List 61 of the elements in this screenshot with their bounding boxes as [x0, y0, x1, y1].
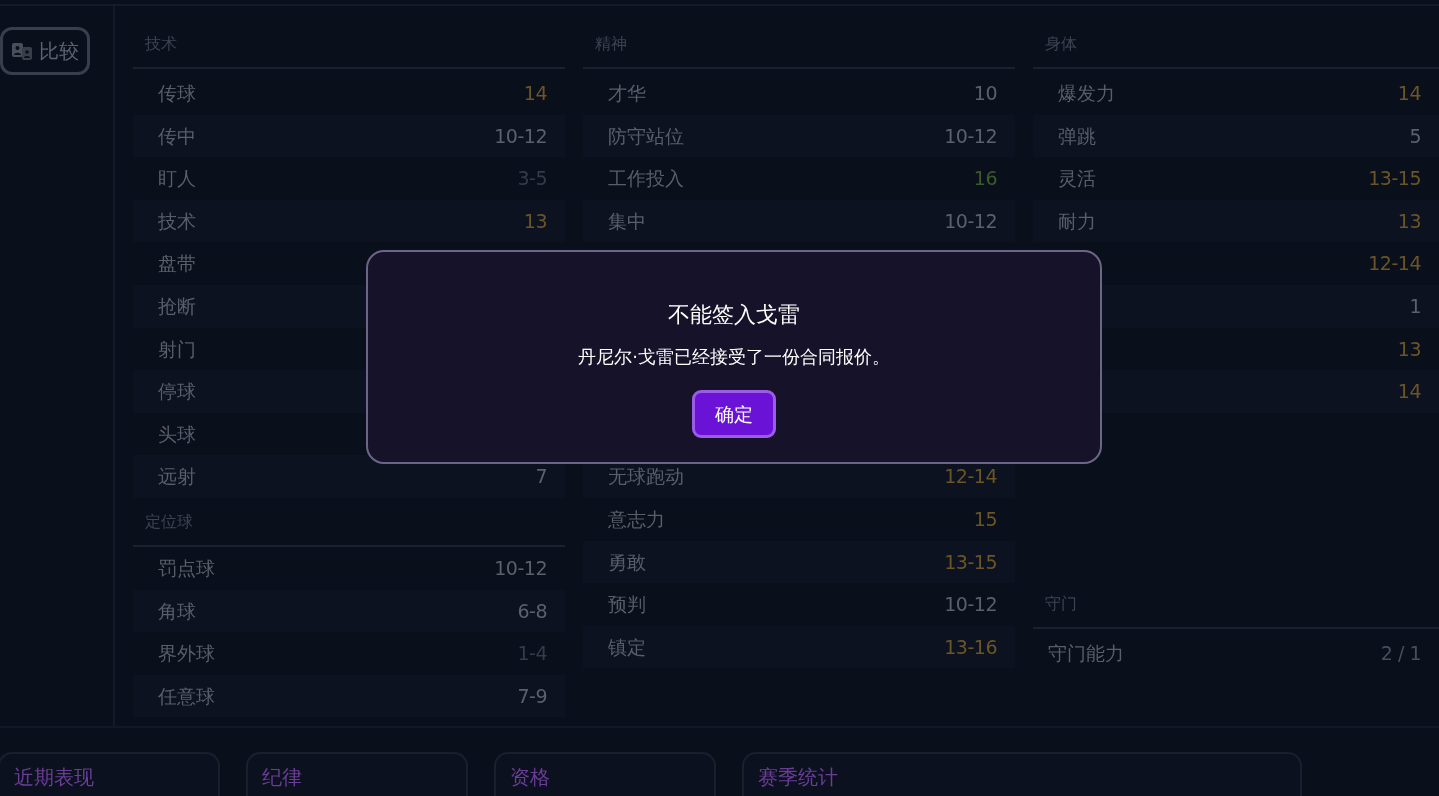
attribute-label: 才华	[608, 81, 646, 107]
attribute-label: 角球	[158, 598, 196, 624]
panel-title: 资格	[510, 765, 550, 789]
attribute-label: 勇敢	[608, 549, 646, 575]
attribute-label: 无球跑动	[608, 464, 684, 490]
attribute-label: 界外球	[158, 641, 215, 667]
attribute-value: 13-15	[944, 549, 997, 575]
panel-title: 近期表现	[14, 765, 94, 789]
attribute-label: 传球	[158, 81, 196, 107]
attribute-label: 集中	[608, 208, 646, 234]
attribute-label: 传中	[158, 123, 196, 149]
attribute-value: 1	[1409, 294, 1421, 319]
attribute-label: 停球	[158, 379, 196, 405]
dialog-title: 不能签入戈雷	[668, 301, 800, 329]
attribute-value: 14	[523, 81, 547, 107]
attribute-value: 13	[523, 208, 547, 234]
attribute-value: 16	[973, 166, 997, 192]
attribute-value: 13	[1397, 336, 1421, 362]
attribute-value: 2 / 1	[1380, 640, 1421, 666]
attribute-label: 罚点球	[158, 556, 215, 581]
attribute-value: 10-12	[944, 208, 997, 234]
attribute-value: 10	[973, 81, 997, 107]
attribute-label: 盯人	[158, 166, 196, 192]
attribute-label: 爆发力	[1058, 81, 1115, 107]
attribute-label: 抢断	[158, 294, 196, 319]
compare-icon	[11, 40, 33, 62]
panel-title: 赛季统计	[758, 765, 838, 789]
attribute-value: 13-16	[944, 634, 997, 660]
attribute-value: 5	[1409, 123, 1421, 149]
attribute-value: 13-15	[1368, 166, 1421, 192]
attribute-label: 防守站位	[608, 123, 684, 149]
attribute-label: 远射	[158, 464, 196, 490]
attribute-value: 10-12	[494, 123, 547, 149]
attribute-label: 头球	[158, 421, 196, 447]
attribute-value: 12-14	[1368, 251, 1421, 277]
attribute-label: 镇定	[608, 634, 646, 660]
attribute-value: 10-12	[944, 592, 997, 618]
attribute-value: 15	[973, 507, 997, 532]
attribute-value: 14	[1397, 81, 1421, 107]
dialog-message: 丹尼尔·戈雷已经接受了一份合同报价。	[578, 345, 890, 369]
attribute-label: 盘带	[158, 251, 196, 277]
attribute-label: 弹跳	[1058, 123, 1096, 149]
attribute-label: 技术	[158, 208, 196, 234]
attribute-label: 守门能力	[1048, 640, 1124, 666]
attribute-value: 7-9	[517, 683, 547, 709]
attribute-label: 任意球	[158, 683, 215, 709]
attribute-value: 7	[535, 464, 547, 490]
attribute-value: 14	[1397, 379, 1421, 405]
confirm-button[interactable]: 确定	[692, 390, 776, 438]
attribute-value: 12-14	[944, 464, 997, 490]
attribute-value: 10-12	[494, 556, 547, 581]
attribute-label: 意志力	[608, 507, 665, 532]
panel-title: 纪律	[262, 765, 302, 789]
attribute-label: 射门	[158, 336, 196, 362]
attribute-label: 耐力	[1058, 208, 1096, 234]
attribute-value: 10-12	[944, 123, 997, 149]
attribute-value: 13	[1397, 208, 1421, 234]
attribute-label: 工作投入	[608, 166, 684, 192]
attribute-value: 6-8	[517, 598, 547, 624]
attribute-label: 预判	[608, 592, 646, 618]
attribute-label: 灵活	[1058, 166, 1096, 192]
